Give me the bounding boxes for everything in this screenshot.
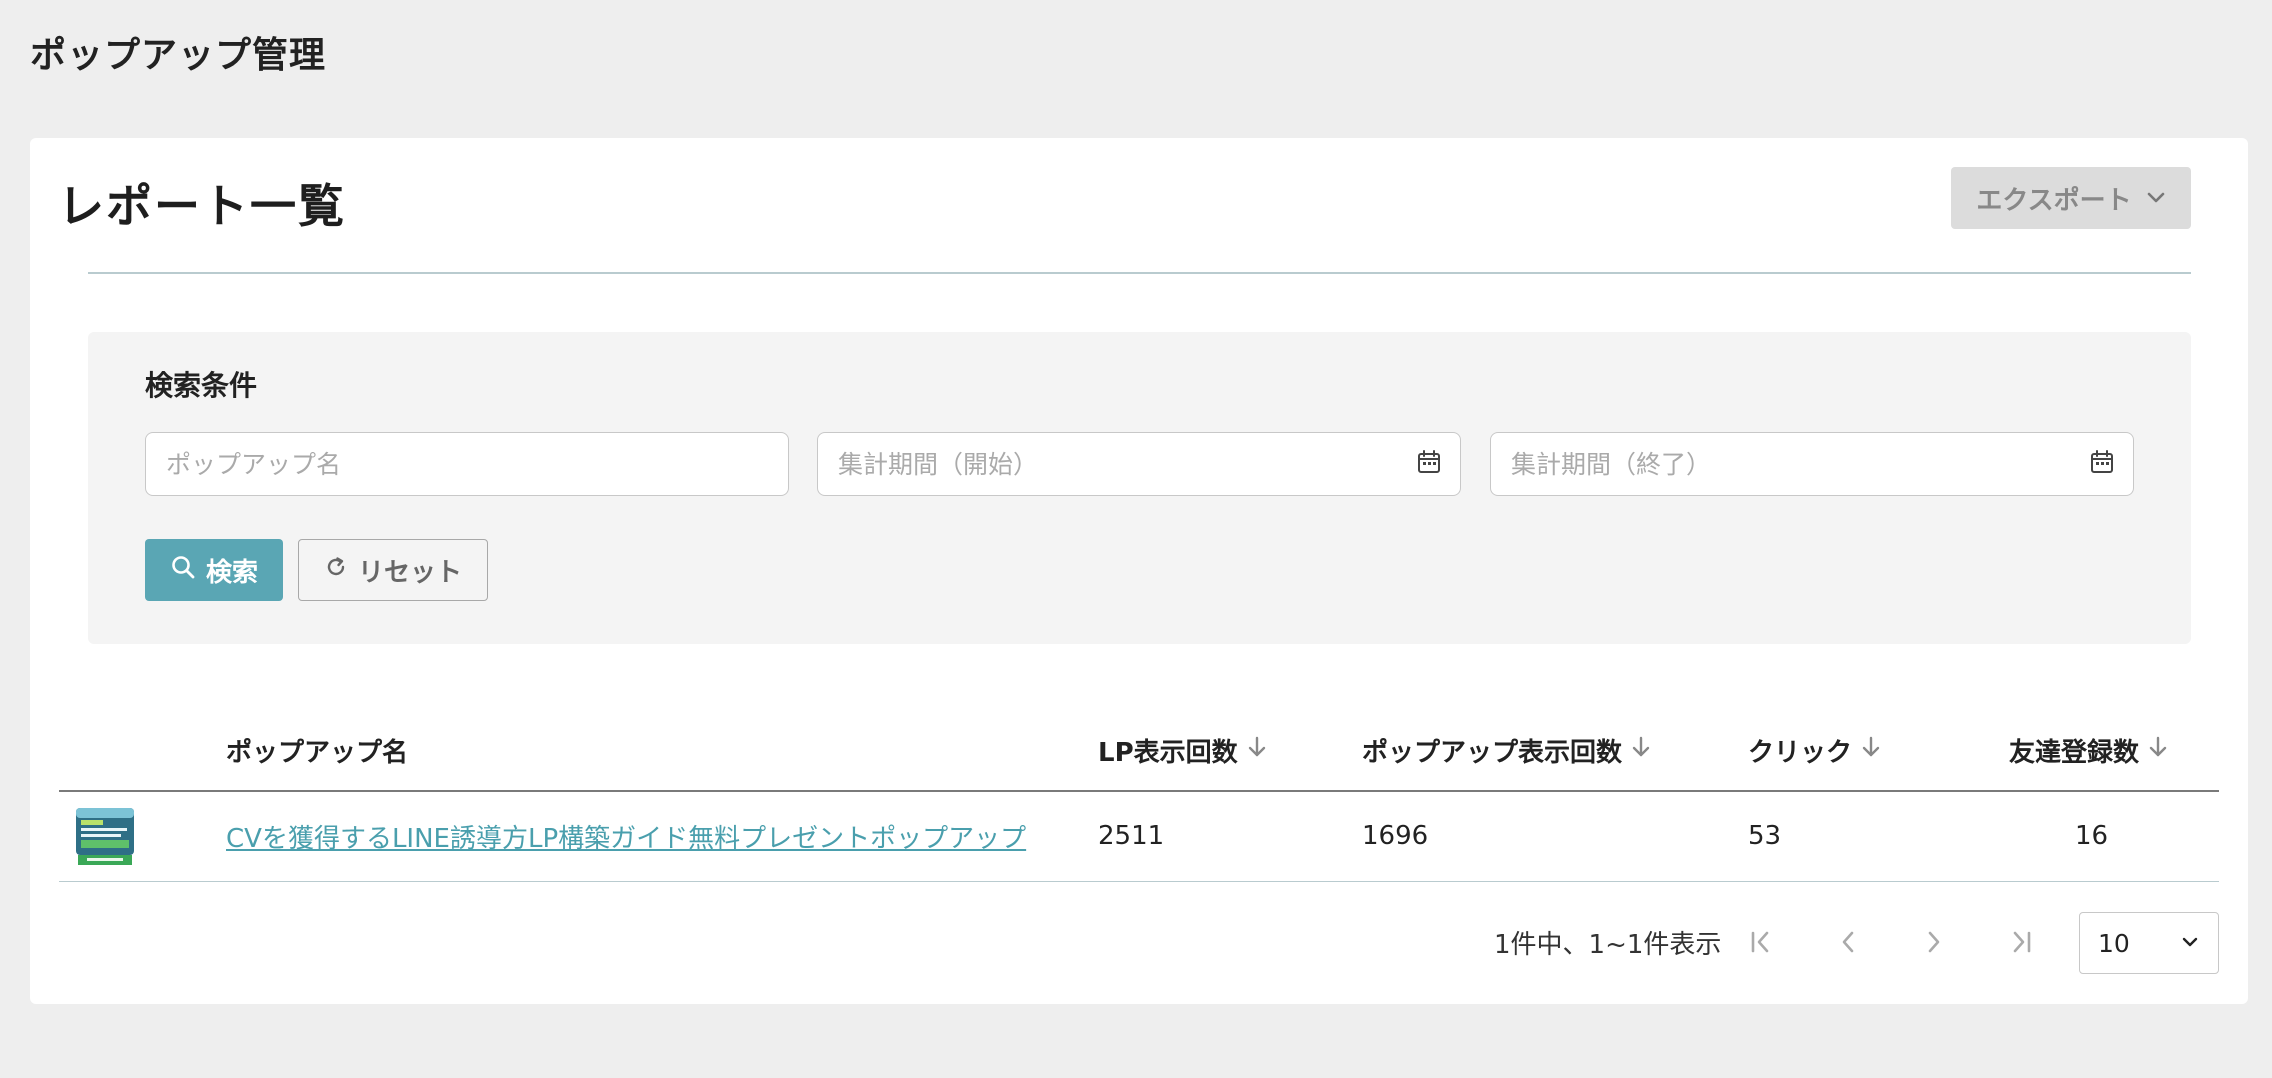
column-label: ポップアップ表示回数 (1362, 737, 1623, 768)
reset-button[interactable]: リセット (298, 539, 488, 601)
popup-name-link[interactable]: CVを獲得するLINE誘導方LP構築ガイド無料プレゼントポップアップ (226, 818, 1026, 855)
lp-views-cell: 2511 (1098, 821, 1165, 851)
last-page-icon[interactable] (2000, 922, 2040, 962)
chevron-down-icon (2146, 188, 2166, 208)
arrow-down-icon[interactable] (1630, 735, 1652, 766)
column-header-popup-name: ポップアップ名 (226, 710, 408, 790)
column-label: LP表示回数 (1098, 737, 1238, 768)
period-start-input[interactable] (836, 448, 1416, 480)
chevron-right-icon[interactable] (1914, 922, 1954, 962)
first-page-icon[interactable] (1742, 922, 1782, 962)
chevron-down-icon (2180, 929, 2200, 958)
search-button-label: 検索 (205, 557, 258, 588)
period-start-field[interactable] (817, 432, 1461, 496)
column-label: クリック (1748, 737, 1853, 768)
title-divider (88, 272, 2191, 274)
chevron-left-icon[interactable] (1828, 922, 1868, 962)
arrow-down-icon[interactable] (1246, 735, 1268, 766)
search-icon (170, 554, 196, 587)
column-header-lp-views[interactable]: LP表示回数 (1098, 710, 1268, 790)
page-title: ポップアップ管理 (30, 35, 327, 76)
column-label: 友達登録数 (2009, 737, 2140, 768)
export-label: エクスポート (1976, 185, 2132, 216)
per-page-value: 10 (2098, 928, 2130, 958)
refresh-icon (324, 555, 348, 586)
calendar-icon[interactable] (2089, 449, 2115, 479)
calendar-icon[interactable] (1416, 449, 1442, 479)
column-header-friends[interactable]: 友達登録数 (2009, 710, 2169, 790)
period-end-field[interactable] (1490, 432, 2134, 496)
column-header-clicks[interactable]: クリック (1748, 710, 1882, 790)
popup-thumbnail (75, 808, 135, 866)
arrow-down-icon[interactable] (2147, 735, 2169, 766)
popup-name-cell: CVを獲得するLINE誘導方LP構築ガイド無料プレゼントポップアップ (226, 792, 1026, 880)
export-button[interactable]: エクスポート (1951, 167, 2191, 229)
popup-views-cell: 1696 (1362, 821, 1429, 851)
pagination-info: 1件中、1~1件表示 (1494, 930, 1722, 960)
column-header-popup-views[interactable]: ポップアップ表示回数 (1362, 710, 1652, 790)
popup-name-input[interactable] (164, 448, 770, 480)
friends-cell: 16 (2075, 821, 2109, 851)
report-list-title: レポート一覧 (58, 179, 346, 233)
reset-button-label: リセット (357, 557, 462, 588)
column-label: ポップアップ名 (226, 737, 409, 768)
clicks-cell: 53 (1748, 821, 1782, 851)
popup-name-field[interactable] (145, 432, 789, 496)
period-end-input[interactable] (1509, 448, 2089, 480)
search-button[interactable]: 検索 (145, 539, 283, 601)
per-page-select[interactable]: 10 (2079, 912, 2219, 974)
table-header: ポップアップ名 LP表示回数 ポップアップ表示回数 クリック 友達登録数 (59, 710, 2219, 792)
search-conditions-heading: 検索条件 (145, 369, 258, 402)
table-row: CVを獲得するLINE誘導方LP構築ガイド無料プレゼントポップアップ 2511 … (59, 792, 2219, 882)
arrow-down-icon[interactable] (1860, 735, 1882, 766)
